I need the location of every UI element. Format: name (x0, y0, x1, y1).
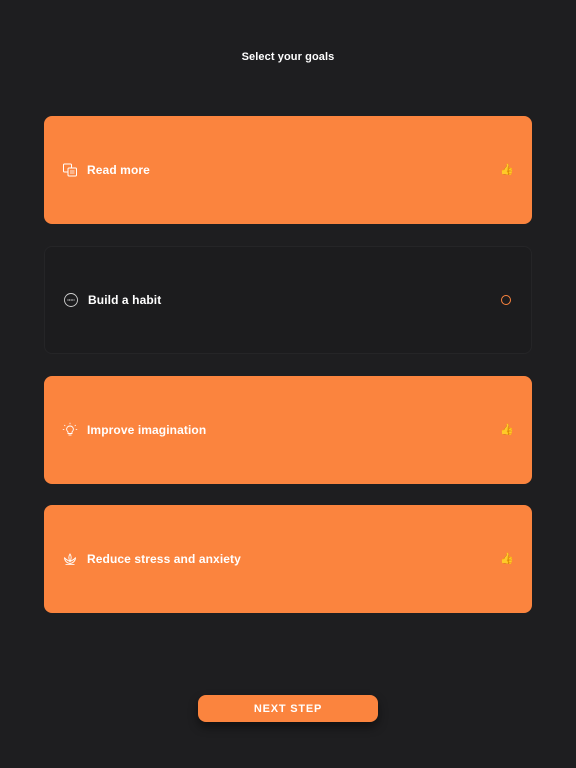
thumbs-up-icon: 👍 (500, 163, 514, 176)
habit-badge-icon (63, 292, 79, 308)
goal-card-improve-imagination[interactable]: Improve imagination 👍 (44, 376, 532, 484)
next-step-button[interactable]: NEXT STEP (198, 695, 378, 722)
goal-label: Reduce stress and anxiety (87, 552, 241, 566)
books-icon (62, 162, 78, 178)
goal-label: Build a habit (88, 293, 162, 307)
goal-card-read-more[interactable]: Read more 👍 (44, 116, 532, 224)
goals-screen: Select your goals Read more 👍 Build a ha… (0, 0, 576, 768)
lotus-icon (62, 551, 78, 567)
thumbs-up-icon: 👍 (500, 423, 514, 436)
goal-label: Read more (87, 163, 150, 177)
radio-empty-icon (499, 293, 513, 307)
goal-card-reduce-stress[interactable]: Reduce stress and anxiety 👍 (44, 505, 532, 613)
page-title: Select your goals (241, 51, 335, 63)
lightbulb-icon (62, 422, 78, 438)
goal-card-build-a-habit[interactable]: Build a habit (44, 246, 532, 354)
goal-label: Improve imagination (87, 423, 207, 437)
thumbs-up-icon: 👍 (500, 552, 514, 565)
